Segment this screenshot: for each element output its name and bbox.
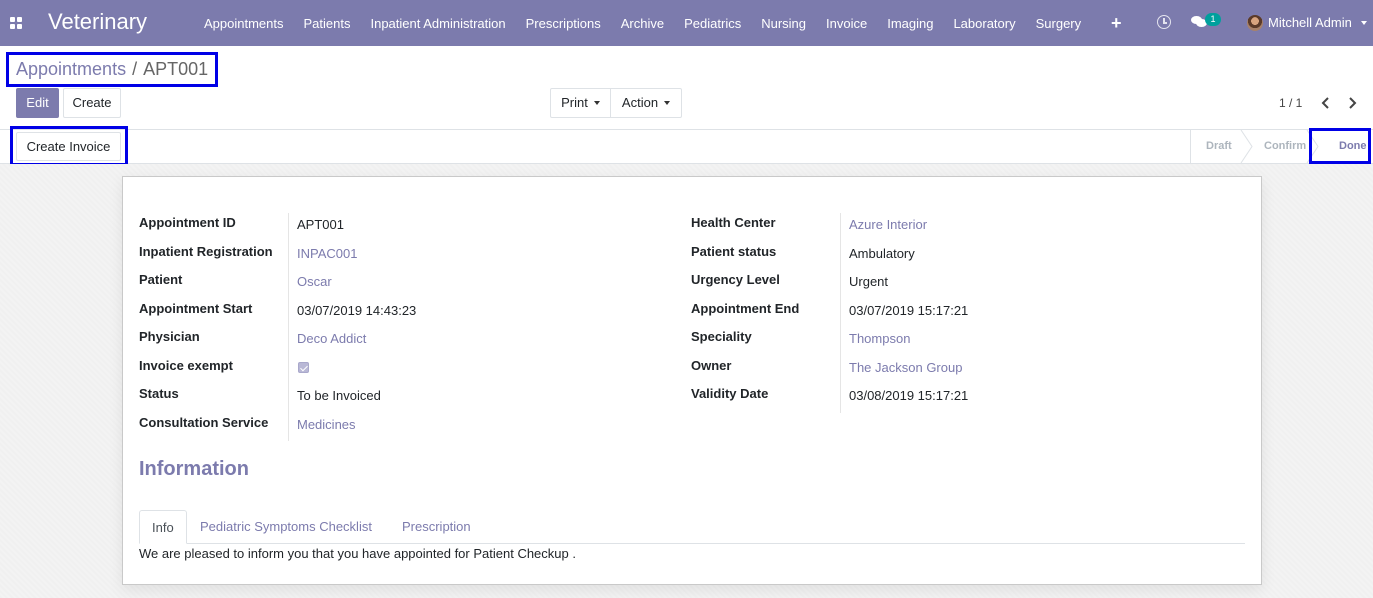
label-appointment-end: Appointment End <box>691 301 800 316</box>
chevron-down-icon[interactable] <box>1361 21 1367 25</box>
value-owner[interactable]: The Jackson Group <box>849 360 962 375</box>
label-urgency-level: Urgency Level <box>691 272 780 287</box>
caret-down-icon <box>593 101 600 105</box>
menu-item-archive[interactable]: Archive <box>611 16 674 31</box>
apps-icon[interactable] <box>10 17 22 29</box>
value-speciality[interactable]: Thompson <box>849 331 910 346</box>
edit-button[interactable]: Edit <box>16 88 59 118</box>
label-health-center: Health Center <box>691 215 776 230</box>
value-inpatient-registration[interactable]: INPAC001 <box>297 246 357 261</box>
value-validity-date[interactable]: 03/08/2019 15:17:21 <box>849 388 968 403</box>
avatar[interactable] <box>1247 15 1263 31</box>
stage-divider <box>1190 130 1191 163</box>
label-appointment-start: Appointment Start <box>139 301 253 316</box>
value-patient[interactable]: Oscar <box>297 274 332 289</box>
highlight-box-create-invoice <box>10 126 128 166</box>
app-title[interactable]: Veterinary <box>48 9 147 35</box>
menu-item-nursing[interactable]: Nursing <box>751 16 816 31</box>
statusbar: Create Invoice Draft Confirm Done <box>0 129 1373 164</box>
menu-item-patients[interactable]: Patients <box>294 16 361 31</box>
value-physician[interactable]: Deco Addict <box>297 331 366 346</box>
highlight-box-done-stage <box>1309 128 1371 164</box>
menu-item-inpatient-administration[interactable]: Inpatient Administration <box>360 16 515 31</box>
value-appointment-start[interactable]: 03/07/2019 14:43:23 <box>297 303 416 318</box>
stage-confirm[interactable]: Confirm <box>1264 130 1306 163</box>
label-speciality: Speciality <box>691 329 752 344</box>
chat-count-badge: 1 <box>1205 13 1221 26</box>
menu-item-prescriptions[interactable]: Prescriptions <box>516 16 611 31</box>
menu-item-appointments[interactable]: Appointments <box>194 16 294 31</box>
plus-icon[interactable]: + <box>1111 13 1122 34</box>
print-dropdown[interactable]: Print <box>550 88 611 118</box>
left-group-divider <box>288 213 289 441</box>
action-label: Action <box>621 95 659 110</box>
label-inpatient-registration: Inpatient Registration <box>139 244 273 259</box>
value-consultation-service[interactable]: Medicines <box>297 417 356 432</box>
label-owner: Owner <box>691 358 732 373</box>
value-health-center[interactable]: Azure Interior <box>849 217 927 232</box>
menu-item-pediatrics[interactable]: Pediatrics <box>674 16 751 31</box>
action-dropdown[interactable]: Action <box>610 88 682 118</box>
tab-prescription[interactable]: Prescription <box>390 510 483 544</box>
label-physician: Physician <box>139 329 200 344</box>
label-consultation-service: Consultation Service <box>139 415 269 430</box>
clock-icon[interactable] <box>1157 15 1171 29</box>
information-tabs: Info Pediatric Symptoms Checklist Prescr… <box>139 510 1245 544</box>
right-group-divider <box>840 213 841 413</box>
menu-item-imaging[interactable]: Imaging <box>877 16 943 31</box>
label-validity-date: Validity Date <box>691 386 769 401</box>
label-invoice-exempt: Invoice exempt <box>139 358 233 373</box>
print-label: Print <box>561 95 588 110</box>
label-patient: Patient <box>139 272 183 287</box>
menu-item-surgery[interactable]: Surgery <box>1026 16 1092 31</box>
stage-arrow <box>1240 130 1253 163</box>
value-appointment-id[interactable]: APT001 <box>297 217 344 232</box>
value-urgency-level[interactable]: Urgent <box>849 274 888 289</box>
label-patient-status: Patient status <box>691 244 777 259</box>
top-navbar: Veterinary Appointments Patients Inpatie… <box>0 0 1373 46</box>
tab-info[interactable]: Info <box>139 510 187 544</box>
info-tab-content: We are pleased to inform you that you ha… <box>139 546 576 561</box>
caret-down-icon <box>664 101 671 105</box>
section-title-information: Information <box>139 458 249 480</box>
highlight-box-breadcrumb <box>6 52 218 87</box>
value-status[interactable]: To be Invoiced <box>297 388 381 403</box>
value-patient-status[interactable]: Ambulatory <box>849 246 915 261</box>
pager-value[interactable]: 1 / 1 <box>1279 96 1302 110</box>
pager-previous-icon[interactable] <box>1320 96 1332 110</box>
menu-item-invoice[interactable]: Invoice <box>816 16 877 31</box>
label-appointment-id: Appointment ID <box>139 215 236 230</box>
tab-pediatric-symptoms-checklist[interactable]: Pediatric Symptoms Checklist <box>188 510 384 544</box>
invoice-exempt-checkbox[interactable] <box>298 362 309 373</box>
value-appointment-end[interactable]: 03/07/2019 15:17:21 <box>849 303 968 318</box>
main-menu: Appointments Patients Inpatient Administ… <box>194 0 1091 46</box>
pager-next-icon[interactable] <box>1346 96 1358 110</box>
create-button[interactable]: Create <box>63 88 121 118</box>
stage-draft[interactable]: Draft <box>1206 130 1232 163</box>
user-menu[interactable]: Mitchell Admin <box>1268 15 1352 30</box>
menu-item-laboratory[interactable]: Laboratory <box>943 16 1025 31</box>
label-status: Status <box>139 386 179 401</box>
